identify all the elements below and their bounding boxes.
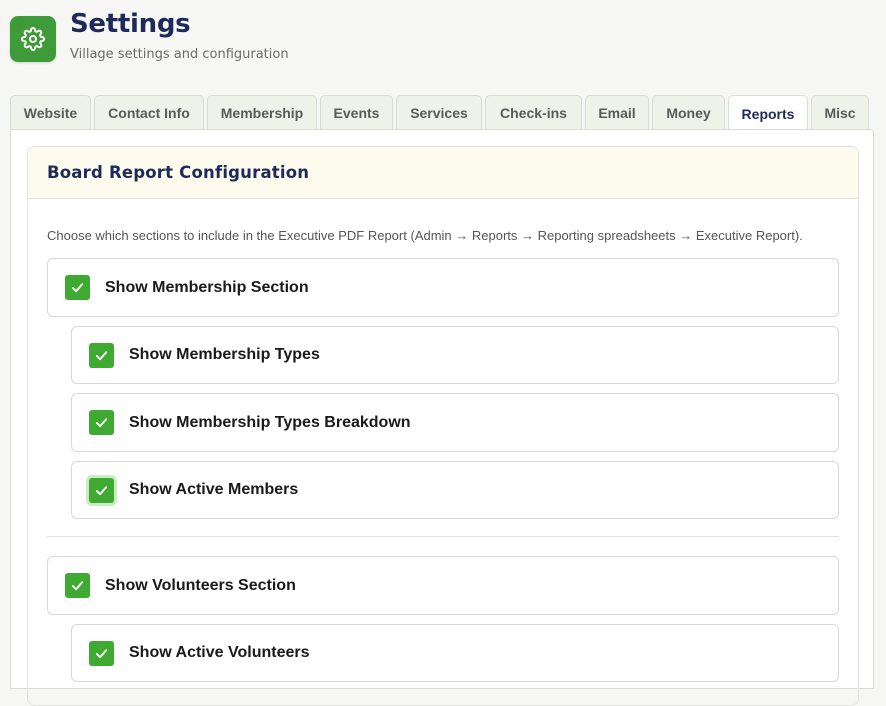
checkbox[interactable]: [65, 573, 90, 598]
option-show-active-volunteers[interactable]: Show Active Volunteers: [71, 624, 839, 682]
checkbox[interactable]: [89, 410, 114, 435]
option-show-volunteers-section[interactable]: Show Volunteers Section: [47, 556, 839, 615]
tab-misc[interactable]: Misc: [811, 95, 869, 129]
checkbox[interactable]: [89, 640, 114, 666]
tab-email[interactable]: Email: [585, 95, 649, 129]
check-icon: [95, 350, 108, 360]
option-show-membership-types-breakdown[interactable]: Show Membership Types Breakdown: [71, 393, 839, 452]
page-subtitle: Village settings and configuration: [70, 47, 289, 62]
option-label: Show Membership Section: [105, 278, 309, 296]
option-label: Show Active Members: [129, 481, 299, 498]
gear-icon: [21, 27, 45, 51]
tab-check-ins[interactable]: Check-ins: [485, 95, 582, 129]
settings-logo: [10, 16, 56, 62]
check-icon: [95, 648, 108, 658]
settings-tabs: Website Contact Info Membership Events S…: [10, 95, 872, 131]
board-report-card: Board Report Configuration Choose which …: [27, 146, 859, 706]
check-icon: [71, 283, 84, 293]
tab-events[interactable]: Events: [320, 95, 393, 129]
card-description: Choose which sections to include in the …: [47, 228, 803, 243]
option-label: Show Membership Types: [129, 346, 320, 363]
option-show-active-members[interactable]: Show Active Members: [71, 461, 839, 519]
reports-panel: Board Report Configuration Choose which …: [10, 129, 874, 706]
tab-money[interactable]: Money: [652, 95, 725, 129]
option-label: Show Active Volunteers: [129, 644, 310, 661]
page-title: Settings: [70, 9, 191, 39]
option-label: Show Membership Types Breakdown: [129, 413, 411, 431]
page-header: Settings Village settings and configurat…: [0, 0, 886, 95]
card-header: Board Report Configuration: [28, 147, 858, 199]
tab-contact-info[interactable]: Contact Info: [94, 95, 204, 129]
checkbox[interactable]: [89, 342, 114, 368]
checkbox[interactable]: [89, 477, 114, 503]
option-show-membership-types[interactable]: Show Membership Types: [71, 326, 839, 384]
check-icon: [71, 581, 84, 591]
tab-membership[interactable]: Membership: [207, 95, 317, 129]
card-title: Board Report Configuration: [47, 163, 310, 182]
checkbox[interactable]: [65, 275, 90, 300]
tab-services[interactable]: Services: [396, 95, 482, 129]
option-label: Show Volunteers Section: [105, 576, 296, 594]
tab-reports[interactable]: Reports: [728, 95, 808, 131]
check-icon: [95, 485, 108, 495]
option-show-membership-section[interactable]: Show Membership Section: [47, 258, 839, 317]
tab-website[interactable]: Website: [10, 95, 91, 129]
check-icon: [95, 418, 108, 428]
section-divider: [47, 536, 839, 537]
